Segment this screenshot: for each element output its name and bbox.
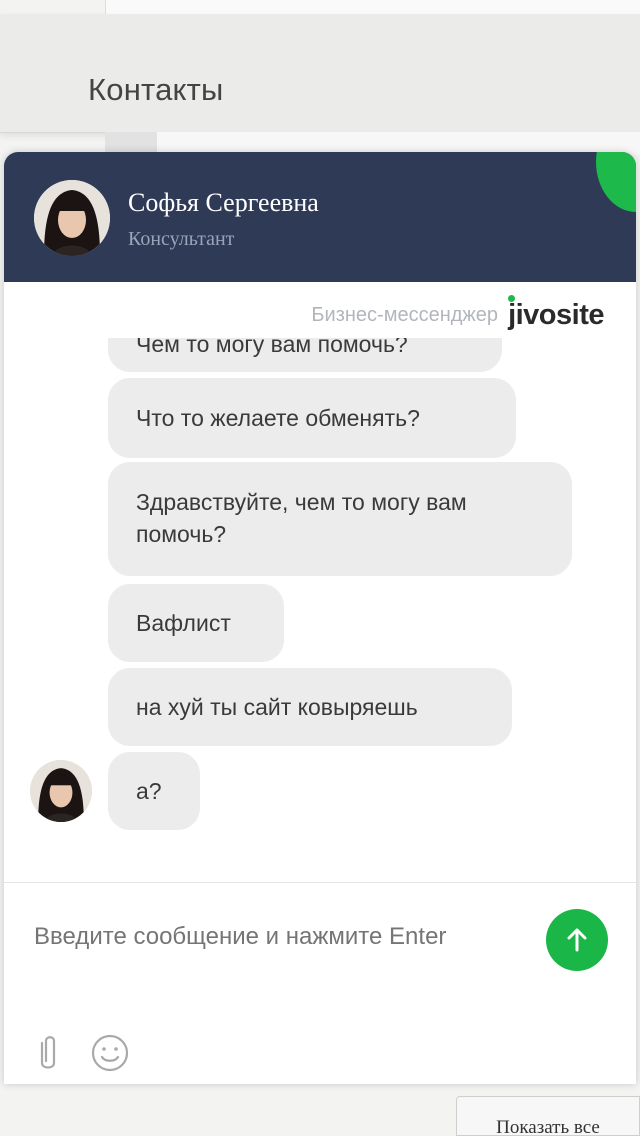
message-composer [4,882,636,1084]
agent-name: Софья Сергеевна [128,188,319,217]
paperclip-icon [40,1036,56,1069]
brand-leaf-icon [596,152,636,212]
contacts-label: Контакты [88,72,224,107]
agent-avatar [34,180,110,256]
contacts-menu-item[interactable]: Контакты [0,14,640,133]
message-bubble: Что то желаете обменять? [108,378,516,458]
branding-row[interactable]: Бизнес-мессенджер jivosite [311,294,604,333]
message-bubble: на хуй ты сайт ковыряешь [108,668,512,746]
background-notch [105,132,157,154]
arrow-up-icon [567,928,587,952]
attach-button[interactable] [34,1033,62,1078]
background-panel [105,0,640,14]
show-all-button[interactable]: Показать все [456,1096,640,1136]
message-list[interactable]: Чем то могу вам помочь? Что то желаете о… [4,338,636,878]
chat-header[interactable]: Софья Сергеевна Консультант [4,152,636,282]
message-text: Здравствуйте, чем то могу вам помочь? [136,489,467,547]
message-bubble: Чем то могу вам помочь? [108,338,502,372]
message-bubble: Вафлист [108,584,284,662]
agent-avatar-small [30,760,92,822]
page: Контакты Софья Сергеевна Консультант Биз… [0,0,640,1136]
message-bubble: Здравствуйте, чем то могу вам помочь? [108,462,572,576]
message-text: Что то желаете обменять? [136,405,420,431]
jivosite-logo[interactable]: jivosite [508,294,604,332]
message-input[interactable] [34,923,514,951]
background-strip [105,132,640,154]
smiley-icon [91,1034,129,1072]
message-text: а? [136,778,162,804]
brand-caption: Бизнес-мессенджер [311,303,499,326]
message-text: Чем то могу вам помочь? [136,338,408,357]
send-button[interactable] [546,909,608,971]
message-text: на хуй ты сайт ковыряешь [136,694,418,720]
chat-widget: Софья Сергеевна Консультант Бизнес-мессе… [4,152,636,1084]
message-text: Вафлист [136,610,231,636]
agent-role: Консультант [128,228,235,250]
message-bubble: а? [108,752,200,830]
emoji-button[interactable] [90,1033,130,1078]
logo-dot-icon [508,294,516,302]
logo-text: jivosite [508,298,604,331]
